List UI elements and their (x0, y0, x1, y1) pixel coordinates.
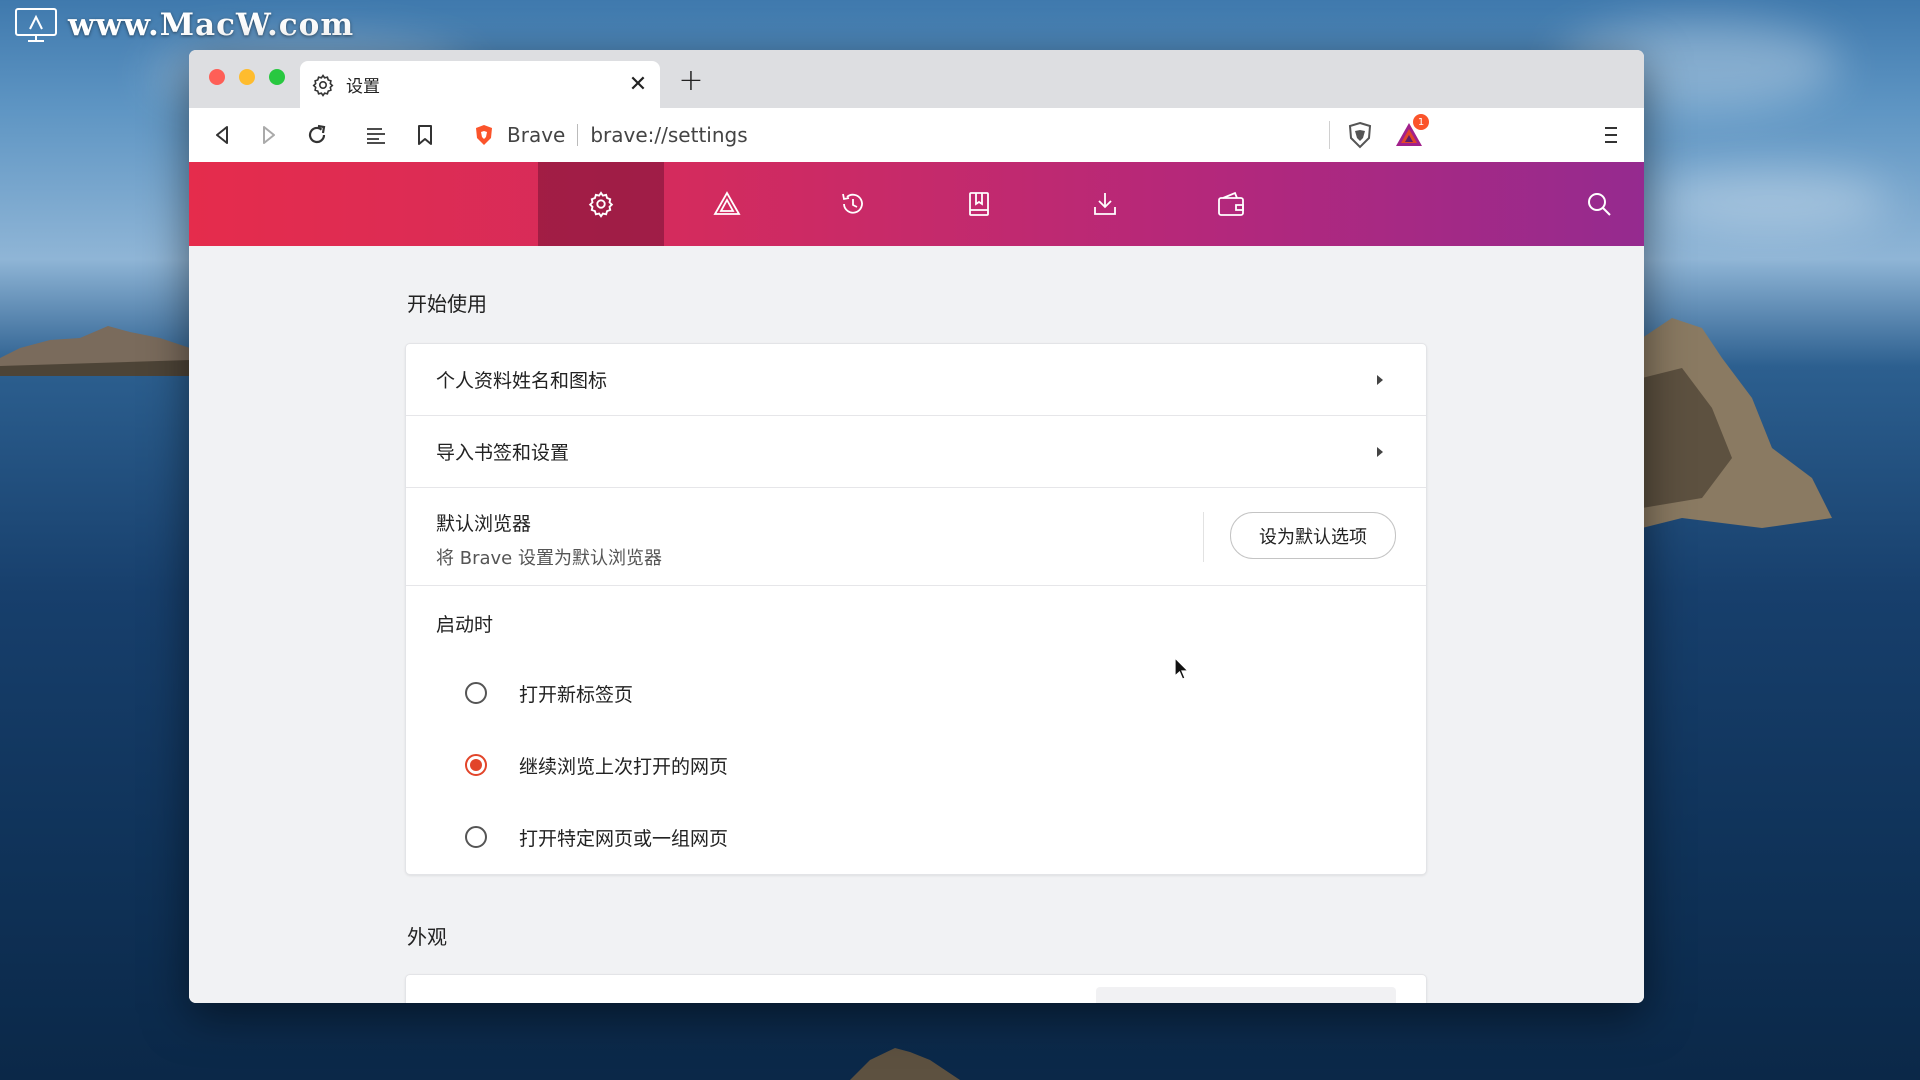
bookmarks-icon (969, 192, 989, 216)
window-maximize-button[interactable] (269, 69, 285, 85)
new-tab-button[interactable]: + (674, 63, 708, 98)
default-browser-row: 默认浏览器 将 Brave 设置为默认浏览器 设为默认选项 (406, 488, 1426, 586)
omnibox-divider (1329, 121, 1330, 149)
rewards-badge: 1 (1413, 114, 1429, 130)
brave-shield-icon (476, 125, 492, 145)
nav-downloads[interactable] (1042, 162, 1168, 246)
rock-bottom (850, 1048, 960, 1080)
forward-arrow-icon (263, 126, 275, 144)
section-title-appearance: 外观 (407, 925, 447, 949)
nav-settings[interactable] (538, 162, 664, 246)
radio-button[interactable] (465, 826, 487, 848)
nav-bookmarks[interactable] (916, 162, 1042, 246)
nav-history[interactable] (790, 162, 916, 246)
tab-close-icon[interactable]: ✕ (624, 71, 652, 99)
cloud (1650, 170, 1890, 230)
chevron-right-icon (1374, 373, 1386, 387)
startup-option-new-tab[interactable]: 打开新标签页 (406, 673, 1426, 713)
watermark: www.MacW.com (14, 7, 354, 43)
brave-lion-icon[interactable] (1346, 121, 1374, 149)
settings-search-button[interactable] (1554, 162, 1644, 246)
bookmark-button[interactable] (410, 120, 440, 150)
browser-window: 设置 ✕ + Brave brave://settings 1 开始使用 个人资… (189, 50, 1644, 1003)
startup-option-continue[interactable]: 继续浏览上次打开的网页 (406, 745, 1426, 785)
forward-button[interactable] (254, 120, 284, 150)
reader-mode-button[interactable] (361, 120, 391, 150)
reload-icon (308, 124, 326, 144)
appearance-card (406, 975, 1426, 1003)
chevron-right-icon (1374, 445, 1386, 459)
download-icon (1094, 193, 1116, 215)
profile-row-label: 个人资料姓名和图标 (436, 370, 608, 392)
watermark-text: www.MacW.com (68, 7, 355, 43)
settings-nav-bar (189, 162, 1644, 246)
window-minimize-button[interactable] (239, 69, 255, 85)
rewards-triangle-icon (713, 191, 741, 215)
island-left (0, 326, 190, 376)
url-brand-label: Brave (507, 123, 566, 147)
startup-option-specific-pages[interactable]: 打开特定网页或一组网页 (406, 817, 1426, 857)
monitor-icon (15, 8, 57, 42)
on-startup-title: 启动时 (436, 614, 494, 636)
appearance-control-placeholder (1096, 987, 1396, 1003)
bookmark-icon (418, 125, 432, 145)
rewards-button[interactable]: 1 (1394, 114, 1429, 149)
reload-button[interactable] (302, 120, 332, 150)
tab-settings[interactable]: 设置 ✕ (300, 61, 660, 108)
search-icon (1588, 193, 1611, 216)
window-close-button[interactable] (209, 69, 225, 85)
import-row[interactable]: 导入书签和设置 (406, 416, 1426, 488)
nav-rewards[interactable] (664, 162, 790, 246)
gear-icon (588, 191, 614, 218)
tab-strip: 设置 ✕ + (189, 50, 1644, 108)
address-bar[interactable]: Brave brave://settings 1 (461, 113, 1438, 157)
back-arrow-icon (216, 126, 228, 144)
row-divider (1203, 512, 1204, 562)
url-text[interactable]: brave://settings (590, 123, 1329, 147)
import-row-label: 导入书签和设置 (436, 442, 570, 464)
radio-button[interactable] (465, 682, 487, 704)
cliff-right (1642, 318, 1832, 528)
default-browser-text: 默认浏览器 将 Brave 设置为默认浏览器 (436, 509, 662, 570)
nav-wallet[interactable] (1168, 162, 1294, 246)
radio-label: 继续浏览上次打开的网页 (519, 755, 729, 778)
gear-icon (310, 72, 336, 98)
url-separator (577, 124, 579, 146)
radio-label: 打开特定网页或一组网页 (519, 827, 729, 850)
radio-button-selected[interactable] (465, 754, 487, 776)
get-started-card: 个人资料姓名和图标 导入书签和设置 默认浏览器 将 Brave 设置为默认浏览器… (406, 344, 1426, 874)
lines-icon (367, 128, 385, 144)
default-browser-subtitle: 将 Brave 设置为默认浏览器 (436, 548, 662, 569)
tab-title: 设置 (346, 77, 380, 97)
default-browser-title: 默认浏览器 (436, 513, 532, 535)
hamburger-menu-icon (1605, 127, 1617, 143)
back-button[interactable] (207, 120, 237, 150)
radio-label: 打开新标签页 (519, 683, 634, 706)
mouse-cursor-icon (1174, 657, 1190, 680)
wallet-icon (1218, 191, 1244, 216)
set-default-button[interactable]: 设为默认选项 (1230, 512, 1396, 559)
on-startup-section: 启动时 打开新标签页 继续浏览上次打开的网页 打开特定网页或一组网页 (406, 586, 1426, 874)
history-icon (842, 193, 863, 214)
section-title-get-started: 开始使用 (407, 292, 487, 316)
profile-row[interactable]: 个人资料姓名和图标 (406, 344, 1426, 416)
toolbar: Brave brave://settings 1 (189, 108, 1644, 162)
menu-button[interactable] (1596, 120, 1626, 150)
settings-content: 开始使用 个人资料姓名和图标 导入书签和设置 默认浏览器 将 Brave 设置为… (189, 246, 1644, 1003)
